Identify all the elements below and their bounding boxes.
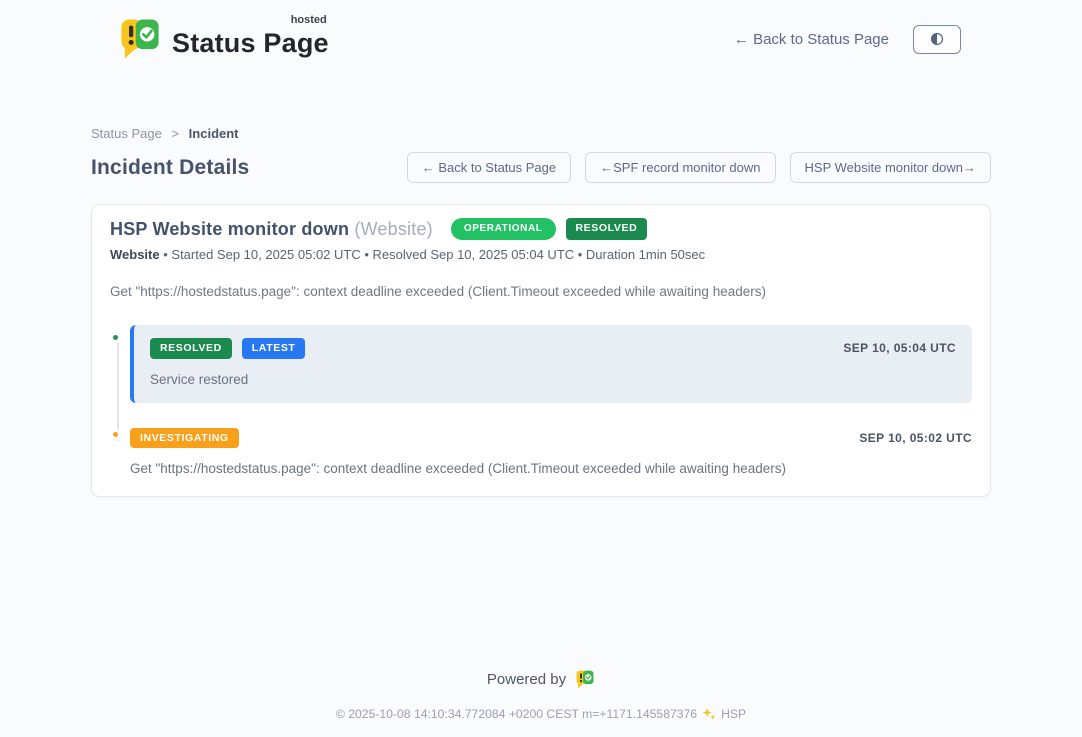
update-message: Get "https://hostedstatus.page": context… [130, 461, 972, 476]
contrast-icon [929, 31, 945, 47]
incident-heading: HSP Website monitor down (Website) [110, 219, 433, 240]
timeline-dot-orange [110, 429, 121, 440]
breadcrumb-separator: > [171, 126, 179, 141]
copyright-brand: HSP [721, 707, 746, 721]
timeline-update-latest: RESOLVED LATEST SEP 10, 05:04 UTC Servic… [130, 325, 972, 403]
powered-by-logo-link[interactable] [575, 669, 595, 690]
breadcrumb: Status Page > Incident [91, 126, 991, 141]
update-timestamp: SEP 10, 05:04 UTC [843, 341, 956, 355]
back-to-status-page-button[interactable]: ← Back to Status Page [407, 152, 571, 183]
update-message: Service restored [150, 372, 956, 387]
brand-logo[interactable]: Status Page hosted [118, 16, 329, 62]
incident-timeline: RESOLVED LATEST SEP 10, 05:04 UTC Servic… [110, 325, 972, 476]
latest-badge: LATEST [242, 338, 306, 359]
copyright-line: © 2025-10-08 14:10:34.772084 +0200 CEST … [0, 707, 1082, 721]
brand-hosted-label: hosted [291, 14, 327, 26]
status-bubble-icon [118, 16, 162, 62]
status-page-app: Status Page hosted ← Back to Status Page… [0, 0, 1082, 737]
next-incident-button[interactable]: HSP Website monitor down→ [790, 152, 991, 183]
powered-by-label: Powered by [487, 671, 566, 688]
timeline-entry-resolved: RESOLVED LATEST SEP 10, 05:04 UTC Servic… [110, 325, 972, 403]
incident-nav-buttons: ← Back to Status Page ←SPF record monito… [407, 152, 991, 183]
timeline-dot-green [110, 332, 121, 343]
operational-badge: OPERATIONAL [451, 218, 556, 240]
incident-title-row: HSP Website monitor down (Website) OPERA… [110, 218, 972, 240]
footer: Powered by © 2025-10-08 14:10:34.772084 … [0, 669, 1082, 721]
page-title: Incident Details [91, 156, 249, 180]
incident-status-badges: OPERATIONAL RESOLVED [451, 218, 647, 240]
incident-description: Get "https://hostedstatus.page": context… [110, 284, 972, 299]
breadcrumb-incident: Incident [189, 126, 239, 141]
resolved-badge: RESOLVED [150, 338, 232, 359]
header: Status Page hosted ← Back to Status Page [0, 0, 1082, 62]
brand-wordmark: Status Page hosted [172, 16, 329, 59]
prev-incident-button[interactable]: ←SPF record monitor down [585, 152, 775, 183]
incident-meta: Website • Started Sep 10, 2025 05:02 UTC… [110, 247, 972, 262]
update-badges: RESOLVED LATEST [150, 338, 305, 359]
incident-card: HSP Website monitor down (Website) OPERA… [91, 204, 991, 497]
copyright-text: © 2025-10-08 14:10:34.772084 +0200 CEST … [336, 707, 697, 721]
timeline-connector [117, 339, 119, 441]
status-bubble-icon-small [575, 669, 595, 690]
update-header: RESOLVED LATEST SEP 10, 05:04 UTC [150, 338, 956, 359]
incident-meta-component: Website [110, 247, 160, 262]
resolved-status-badge: RESOLVED [566, 218, 648, 240]
investigating-badge: INVESTIGATING [130, 428, 239, 449]
theme-toggle-button[interactable] [913, 25, 961, 54]
update-header: INVESTIGATING SEP 10, 05:02 UTC [130, 428, 972, 449]
brand-name: Status Page [172, 28, 329, 58]
header-back-to-status-page-link[interactable]: ← Back to Status Page [734, 31, 889, 48]
breadcrumb-status-page[interactable]: Status Page [91, 126, 162, 141]
update-badges: INVESTIGATING [130, 428, 239, 449]
incident-meta-details: • Started Sep 10, 2025 05:02 UTC • Resol… [163, 247, 705, 262]
incident-component-label: (Website) [354, 219, 433, 239]
sparkles-icon [702, 707, 716, 721]
main-content: Status Page > Incident Incident Details … [91, 126, 991, 497]
powered-by: Powered by [0, 669, 1082, 690]
header-actions: ← Back to Status Page [734, 25, 961, 54]
update-timestamp: SEP 10, 05:02 UTC [859, 431, 972, 445]
title-row: Incident Details ← Back to Status Page ←… [91, 152, 991, 183]
timeline-update-investigating: INVESTIGATING SEP 10, 05:02 UTC Get "htt… [130, 427, 972, 477]
timeline-entry-investigating: INVESTIGATING SEP 10, 05:02 UTC Get "htt… [110, 427, 972, 477]
incident-title: HSP Website monitor down [110, 219, 349, 239]
